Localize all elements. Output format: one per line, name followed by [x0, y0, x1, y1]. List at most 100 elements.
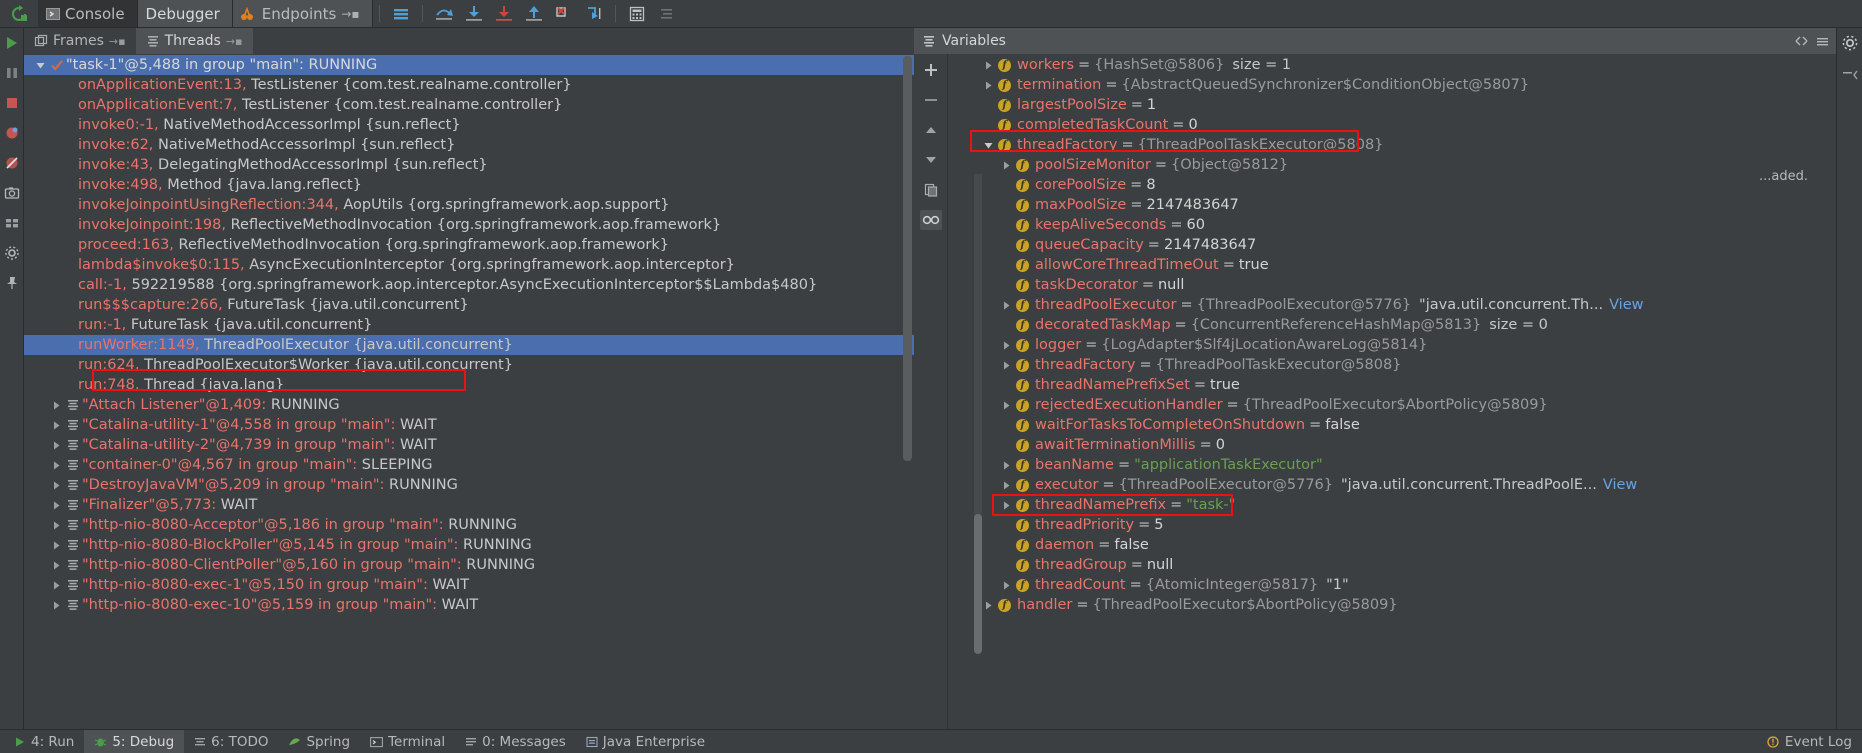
- stack-frame-row[interactable]: invokeJoinpoint:198, ReflectiveMethodInv…: [24, 215, 914, 235]
- thread-row[interactable]: "Finalizer"@5,773: WAIT: [24, 495, 914, 515]
- stack-frame-row[interactable]: run:-1, FutureTask {java.util.concurrent…: [24, 315, 914, 335]
- add-watch-icon[interactable]: [920, 60, 942, 80]
- variable-row[interactable]: f threadNamePrefixSet = true: [948, 375, 1836, 395]
- stack-frame-row[interactable]: invoke:498, Method {java.lang.reflect}: [24, 175, 914, 195]
- chevron-right-icon[interactable]: [48, 580, 64, 591]
- chevron-right-icon[interactable]: [978, 60, 998, 71]
- status-item-terminal[interactable]: Terminal: [360, 730, 455, 753]
- status-item-run[interactable]: 4: Run: [4, 730, 84, 753]
- variable-row[interactable]: f completedTaskCount = 0: [948, 115, 1836, 135]
- variable-row[interactable]: f daemon = false: [948, 535, 1836, 555]
- menu-icon[interactable]: [1815, 35, 1830, 48]
- variable-row[interactable]: f beanName = "applicationTaskExecutor": [948, 455, 1836, 475]
- stack-frame-row[interactable]: run$$$capture:266, FutureTask {java.util…: [24, 295, 914, 315]
- step-out-icon[interactable]: [519, 0, 549, 27]
- evaluate-expression-icon[interactable]: [579, 0, 609, 27]
- chevron-right-icon[interactable]: [48, 420, 64, 431]
- chevron-down-icon[interactable]: [32, 60, 48, 71]
- variables-scrollbar[interactable]: [974, 174, 982, 654]
- chevron-right-icon[interactable]: [48, 480, 64, 491]
- down-arrow-icon[interactable]: [920, 150, 942, 170]
- status-item-event-log[interactable]: Event Log: [1767, 734, 1862, 750]
- collapse-panel-icon[interactable]: [1841, 66, 1859, 84]
- variable-row[interactable]: f keepAliveSeconds = 60: [948, 215, 1836, 235]
- tab-console[interactable]: Console: [38, 0, 138, 27]
- variable-row[interactable]: f threadNamePrefix = "task-": [948, 495, 1836, 515]
- tab-debugger[interactable]: Debugger: [137, 0, 233, 27]
- stack-frame-row[interactable]: proceed:163, ReflectiveMethodInvocation …: [24, 235, 914, 255]
- thread-row[interactable]: "http-nio-8080-exec-10"@5,159 in group "…: [24, 595, 914, 615]
- stack-frame-row[interactable]: run:624, ThreadPoolExecutor$Worker {java…: [24, 355, 914, 375]
- chevron-right-icon[interactable]: [48, 460, 64, 471]
- frames-scrollbar[interactable]: [903, 56, 912, 466]
- variable-row[interactable]: f awaitTerminationMillis = 0: [948, 435, 1836, 455]
- chevron-right-icon[interactable]: [48, 520, 64, 531]
- resume-program-icon[interactable]: [3, 34, 21, 52]
- variable-row[interactable]: f threadCount = {AtomicInteger@5817} "1": [948, 575, 1836, 595]
- variable-row[interactable]: f corePoolSize = 8: [948, 175, 1836, 195]
- stack-frame-row[interactable]: lambda$invoke$0:115, AsyncExecutionInter…: [24, 255, 914, 275]
- chevron-right-icon[interactable]: [996, 360, 1016, 371]
- chevron-right-icon[interactable]: [996, 480, 1016, 491]
- stack-frame-row[interactable]: invoke:62, NativeMethodAccessorImpl {sun…: [24, 135, 914, 155]
- chevron-right-icon[interactable]: [978, 80, 998, 91]
- chevron-right-icon[interactable]: [996, 500, 1016, 511]
- threads-tree[interactable]: "task-1"@5,488 in group "main": RUNNING …: [24, 54, 914, 729]
- thread-row[interactable]: "http-nio-8080-exec-1"@5,150 in group "m…: [24, 575, 914, 595]
- rerun-icon[interactable]: [0, 0, 38, 27]
- stack-frame-row[interactable]: call:-1, 592219588 {org.springframework.…: [24, 275, 914, 295]
- tab-endpoints[interactable]: Endpoints →▪: [232, 0, 373, 27]
- force-step-into-icon[interactable]: [489, 0, 519, 27]
- threads-pin-arrow-icon[interactable]: →▪: [226, 35, 243, 48]
- variable-row[interactable]: f poolSizeMonitor = {Object@5812}: [948, 155, 1836, 175]
- variable-row[interactable]: f allowCoreThreadTimeOut = true: [948, 255, 1836, 275]
- thread-row[interactable]: "container-0"@4,567 in group "main": SLE…: [24, 455, 914, 475]
- settings-gear-icon-right[interactable]: [1841, 34, 1859, 52]
- variable-row[interactable]: f handler = {ThreadPoolExecutor$AbortPolicy…: [948, 595, 1836, 615]
- chevron-right-icon[interactable]: [48, 400, 64, 411]
- pin-icon[interactable]: [3, 274, 21, 292]
- status-item-messages[interactable]: 0: Messages: [455, 730, 576, 753]
- inspect-icon[interactable]: [919, 210, 942, 230]
- thread-row[interactable]: "DestroyJavaVM"@5,209 in group "main": R…: [24, 475, 914, 495]
- variable-row[interactable]: f maxPoolSize = 2147483647: [948, 195, 1836, 215]
- variable-row[interactable]: f largestPoolSize = 1: [948, 95, 1836, 115]
- variable-row[interactable]: f threadPriority = 5: [948, 515, 1836, 535]
- stack-frame-row[interactable]: onApplicationEvent:7, TestListener {com.…: [24, 95, 914, 115]
- variable-row[interactable]: f queueCapacity = 2147483647: [948, 235, 1836, 255]
- frames-scrollbar-thumb[interactable]: [903, 56, 912, 461]
- variable-row[interactable]: f threadPoolExecutor = {ThreadPoolExecutor@…: [948, 295, 1836, 315]
- stack-frame-row[interactable]: invoke0:-1, NativeMethodAccessorImpl {su…: [24, 115, 914, 135]
- stack-frame-row[interactable]: onApplicationEvent:13, TestListener {com…: [24, 75, 914, 95]
- thread-row[interactable]: "http-nio-8080-Acceptor"@5,186 in group …: [24, 515, 914, 535]
- layout-grid-icon[interactable]: [3, 214, 21, 232]
- tab-frames[interactable]: Frames →▪: [24, 28, 136, 54]
- variable-row[interactable]: f rejectedExecutionHandler = {ThreadPoolExe…: [948, 395, 1836, 415]
- view-link[interactable]: View: [1609, 297, 1643, 313]
- status-item-java-enterprise[interactable]: Java Enterprise: [576, 730, 715, 753]
- chevron-right-icon[interactable]: [996, 300, 1016, 311]
- camera-icon[interactable]: [3, 184, 21, 202]
- thread-row[interactable]: "Catalina-utility-1"@4,558 in group "mai…: [24, 415, 914, 435]
- status-item-debug[interactable]: 5: Debug: [84, 730, 185, 753]
- status-item-spring[interactable]: Spring: [278, 730, 360, 753]
- variable-row[interactable]: f workers = {HashSet@5806} size = 1: [948, 55, 1836, 75]
- variable-row[interactable]: f threadFactory = {ThreadPoolTaskExecutor@5…: [948, 355, 1836, 375]
- tab-pin-arrow-icon[interactable]: →▪: [341, 7, 359, 21]
- stack-frame-row[interactable]: invoke:43, DelegatingMethodAccessorImpl …: [24, 155, 914, 175]
- chevron-right-icon[interactable]: [48, 440, 64, 451]
- chevron-right-icon[interactable]: [996, 160, 1016, 171]
- variable-row[interactable]: f threadFactory = {ThreadPoolTaskExecutor@5…: [948, 135, 1836, 155]
- up-arrow-icon[interactable]: [920, 120, 942, 140]
- chevron-right-icon[interactable]: [996, 580, 1016, 591]
- chevron-right-icon[interactable]: [996, 400, 1016, 411]
- variable-row[interactable]: f taskDecorator = null: [948, 275, 1836, 295]
- variables-tree[interactable]: f workers = {HashSet@5806} size = 1 f terminat…: [948, 54, 1836, 729]
- variable-row[interactable]: f waitForTasksToCompleteOnShutdown = false: [948, 415, 1836, 435]
- copy-icon[interactable]: [920, 180, 942, 200]
- thread-row[interactable]: "http-nio-8080-BlockPoller"@5,145 in gro…: [24, 535, 914, 555]
- variable-row[interactable]: f decoratedTaskMap = {ConcurrentReferenceHa…: [948, 315, 1836, 335]
- chevron-right-icon[interactable]: [996, 460, 1016, 471]
- chevron-right-icon[interactable]: [996, 340, 1016, 351]
- frames-pin-arrow-icon[interactable]: →▪: [109, 35, 126, 48]
